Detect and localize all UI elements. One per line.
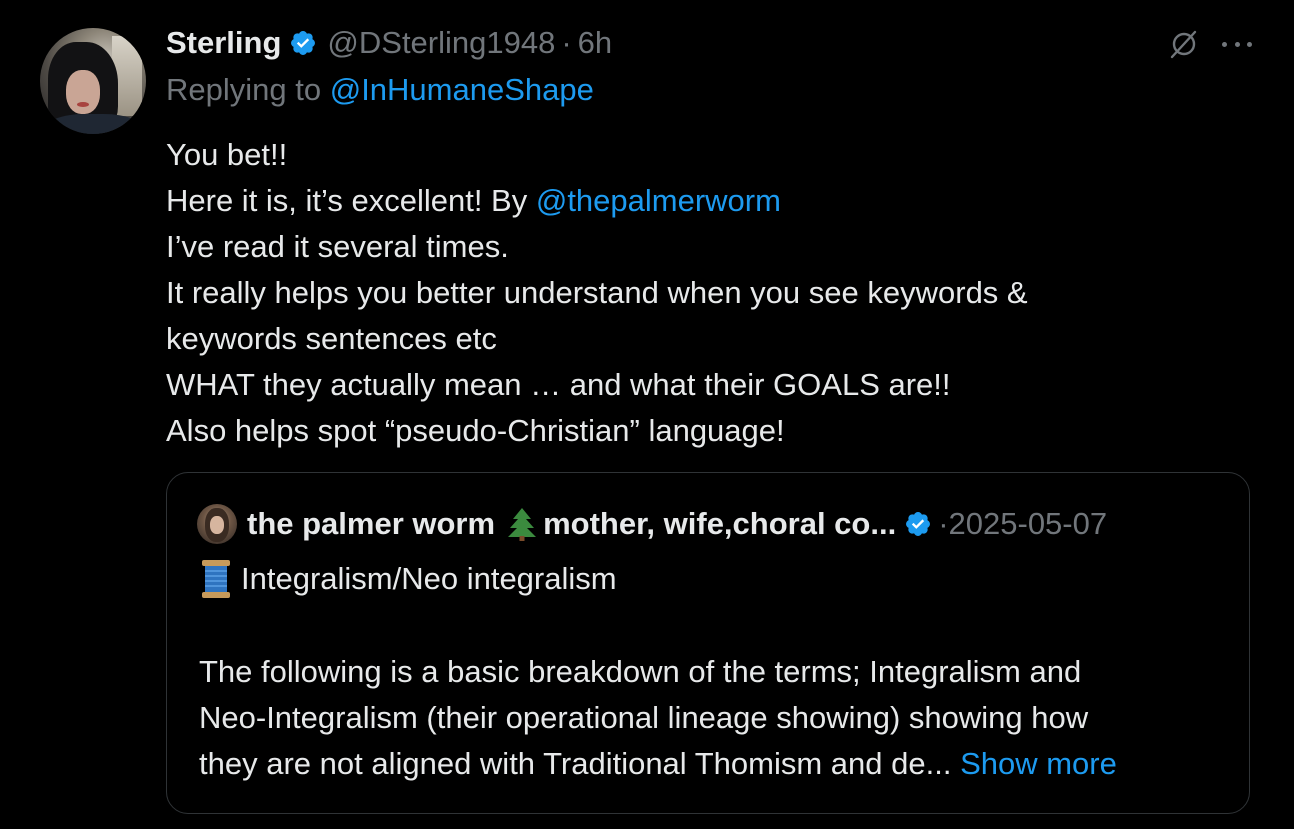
show-more-link[interactable]: Show more bbox=[960, 746, 1117, 781]
body-text-fragment: Here it is, it’s excellent! By bbox=[166, 183, 536, 218]
body-line: It really helps you better understand wh… bbox=[166, 275, 1028, 310]
evergreen-tree-icon bbox=[508, 508, 537, 541]
body-line: You bet!! bbox=[166, 137, 288, 172]
quoted-author-avatar[interactable] bbox=[197, 504, 237, 544]
tweet-body: You bet!! Here it is, it’s excellent! By… bbox=[166, 132, 1246, 454]
quoted-author-name[interactable]: the palmer worm bbox=[247, 506, 495, 542]
quoted-tweet-header: the palmer worm mother, wife,choral co..… bbox=[197, 503, 1107, 545]
replying-to: Replying to @InHumaneShape bbox=[166, 72, 594, 108]
tweet-header: Sterling @DSterling1948 · 6h bbox=[166, 20, 612, 66]
author-name[interactable]: Sterling bbox=[166, 25, 281, 61]
quoted-body-line: The following is a basic breakdown of th… bbox=[199, 654, 1082, 689]
replying-prefix: Replying to bbox=[166, 72, 322, 107]
body-line: keywords sentences etc bbox=[166, 321, 497, 356]
quoted-thread-title: Integralism/Neo integralism bbox=[199, 559, 617, 599]
quoted-tweet[interactable]: the palmer worm mother, wife,choral co..… bbox=[166, 472, 1250, 814]
quoted-body-fragment: they are not aligned with Traditional Th… bbox=[199, 746, 961, 781]
thread-spool-icon bbox=[202, 560, 230, 598]
thread-title-text: Integralism/Neo integralism bbox=[241, 561, 617, 596]
replying-handle-link[interactable]: @InHumaneShape bbox=[330, 72, 594, 107]
mention-link[interactable]: @thepalmerworm bbox=[536, 183, 781, 218]
author-avatar[interactable] bbox=[40, 28, 146, 134]
quoted-body-line: Neo-Integralism (their operational linea… bbox=[199, 700, 1089, 735]
quoted-tweet-date[interactable]: 2025-05-07 bbox=[949, 506, 1108, 542]
separator-dot: · bbox=[938, 506, 949, 541]
quoted-author-bio[interactable]: mother, wife,choral co... bbox=[543, 506, 896, 542]
grok-icon[interactable] bbox=[1168, 28, 1200, 60]
verified-badge-icon bbox=[906, 512, 931, 536]
body-line: I’ve read it several times. bbox=[166, 229, 509, 264]
tweet[interactable]: Sterling @DSterling1948 · 6h Replying to… bbox=[0, 0, 1294, 829]
body-line: Also helps spot “pseudo-Christian” langu… bbox=[166, 413, 785, 448]
verified-badge-icon bbox=[291, 31, 316, 55]
quoted-body-line: they are not aligned with Traditional Th… bbox=[199, 741, 1229, 787]
tweet-time[interactable]: 6h bbox=[578, 25, 612, 61]
body-line: WHAT they actually mean … and what their… bbox=[166, 367, 951, 402]
quoted-tweet-body: The following is a basic breakdown of th… bbox=[199, 649, 1229, 787]
separator-dot: · bbox=[561, 25, 572, 60]
body-line: Here it is, it’s excellent! By @thepalme… bbox=[166, 178, 1246, 224]
more-icon[interactable] bbox=[1222, 40, 1252, 48]
author-handle[interactable]: @DSterling1948 bbox=[327, 25, 555, 61]
